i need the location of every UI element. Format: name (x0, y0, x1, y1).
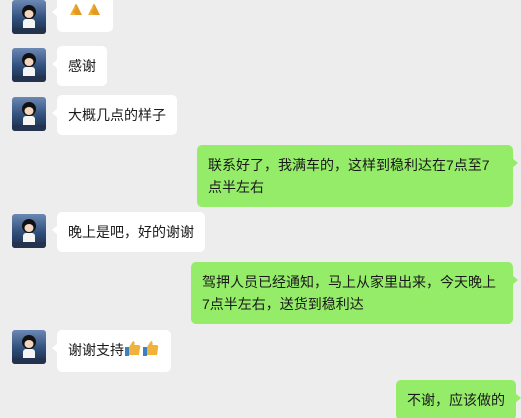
avatar[interactable] (12, 330, 46, 364)
message-bubble[interactable]: 不谢，应该做的 (396, 380, 521, 418)
message-text: 晚上是吧，好的谢谢 (68, 224, 194, 240)
message-bubble[interactable] (52, 0, 113, 32)
message-bubble[interactable]: 谢谢支持 (52, 330, 171, 373)
message-text: 驾押人员已经通知，马上从家里出来，今天晚上7点半左右，送货到稳利达 (202, 274, 496, 312)
message-row (0, 0, 521, 36)
folded-hands-icon (67, 0, 85, 23)
avatar[interactable] (12, 48, 46, 82)
message-bubble[interactable]: 驾押人员已经通知，马上从家里出来，今天晚上7点半左右，送货到稳利达 (191, 262, 518, 324)
message-text: 联系好了，我满车的，这样到稳利达在7点至7点半左右 (208, 157, 490, 195)
message-bubble[interactable]: 感谢 (52, 46, 107, 86)
message-row: 感谢 (0, 46, 521, 86)
thumbs-up-icon (142, 339, 160, 363)
message-text: 大概几点的样子 (68, 107, 166, 123)
chat-window: 感谢 大概几点的样子 联系好了，我满车的，这样到稳利达在7点至7点半左右 晚上是… (0, 0, 521, 418)
message-bubble[interactable]: 大概几点的样子 (52, 95, 177, 135)
message-row: 联系好了，我满车的，这样到稳利达在7点至7点半左右 (0, 145, 521, 207)
message-row: 谢谢支持 (0, 330, 521, 373)
avatar[interactable] (12, 0, 46, 34)
message-bubble[interactable]: 联系好了，我满车的，这样到稳利达在7点至7点半左右 (197, 145, 518, 207)
message-text: 谢谢支持 (68, 342, 124, 358)
message-row: 大概几点的样子 (0, 95, 521, 135)
avatar[interactable] (12, 97, 46, 131)
message-bubble[interactable]: 晚上是吧，好的谢谢 (52, 212, 205, 252)
thumbs-up-icon (124, 339, 142, 363)
message-text: 感谢 (68, 58, 96, 74)
folded-hands-icon (85, 0, 103, 23)
message-row: 驾押人员已经通知，马上从家里出来，今天晚上7点半左右，送货到稳利达 (0, 262, 521, 324)
message-text: 不谢，应该做的 (407, 392, 505, 408)
message-row: 晚上是吧，好的谢谢 (0, 212, 521, 252)
scrollbar[interactable] (515, 0, 521, 418)
message-row: 不谢，应该做的 (0, 380, 521, 418)
avatar[interactable] (12, 214, 46, 248)
